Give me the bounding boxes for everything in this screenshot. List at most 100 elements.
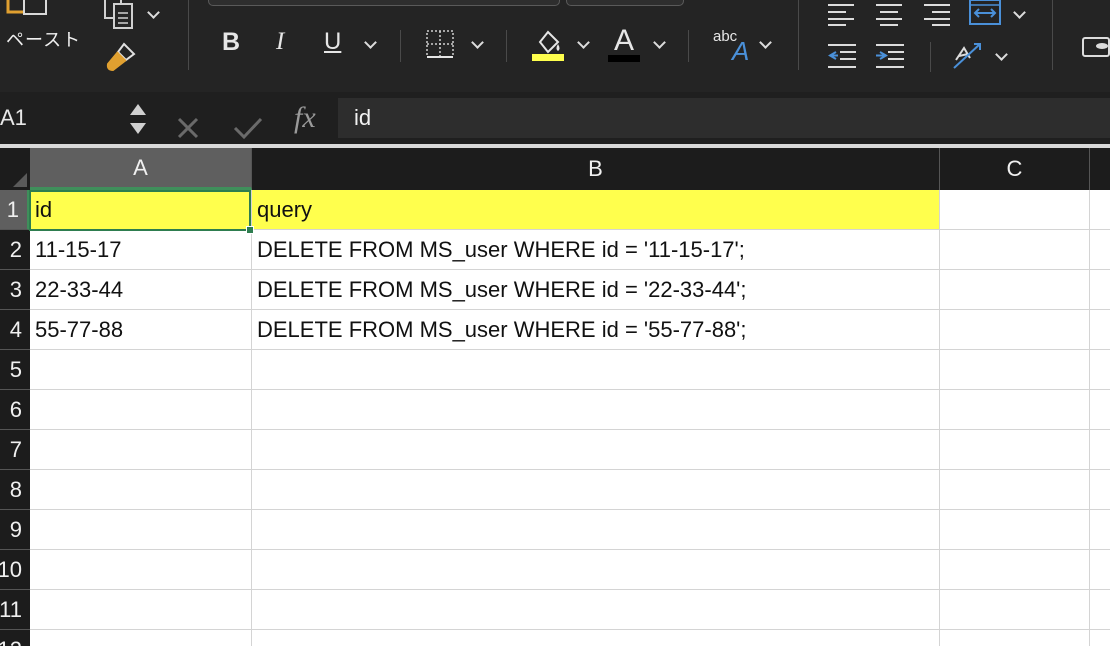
formula-input[interactable]: id xyxy=(338,98,1110,138)
fill-color-dropdown-icon[interactable] xyxy=(577,36,590,49)
cell-c3[interactable] xyxy=(940,270,1090,310)
cell-c4[interactable] xyxy=(940,310,1090,350)
cell-c8[interactable] xyxy=(940,470,1090,510)
merge-center-icon[interactable] xyxy=(968,0,1002,28)
name-box-stepper-icon[interactable] xyxy=(128,100,148,138)
copy-icon[interactable] xyxy=(102,0,136,30)
cell-a7[interactable] xyxy=(30,430,252,470)
cell-a5[interactable] xyxy=(30,350,252,390)
cell-b12[interactable] xyxy=(252,630,940,646)
copy-dropdown-icon[interactable] xyxy=(147,6,160,19)
fill-handle[interactable] xyxy=(246,226,254,234)
cell-d7[interactable] xyxy=(1090,430,1110,470)
format-painter-icon[interactable] xyxy=(104,40,138,74)
conditional-format-icon[interactable] xyxy=(1082,34,1110,60)
cell-d2[interactable] xyxy=(1090,230,1110,270)
align-left-icon[interactable] xyxy=(826,2,856,26)
cell-c1[interactable] xyxy=(940,190,1090,230)
cancel-icon[interactable] xyxy=(176,108,200,148)
cell-d4[interactable] xyxy=(1090,310,1110,350)
cell-c10[interactable] xyxy=(940,550,1090,590)
cell-b7[interactable] xyxy=(252,430,940,470)
underline-dropdown-icon[interactable] xyxy=(364,36,377,49)
cell-d9[interactable] xyxy=(1090,510,1110,550)
cell-a6[interactable] xyxy=(30,390,252,430)
cell-a12[interactable] xyxy=(30,630,252,646)
row-header-10[interactable]: 10 xyxy=(0,550,30,590)
cell-b6[interactable] xyxy=(252,390,940,430)
row-header-8[interactable]: 8 xyxy=(0,470,30,510)
row-header-4[interactable]: 4 xyxy=(0,310,30,350)
merge-dropdown-icon[interactable] xyxy=(1013,6,1026,19)
cell-c5[interactable] xyxy=(940,350,1090,390)
row-header-5[interactable]: 5 xyxy=(0,350,30,390)
cell-d6[interactable] xyxy=(1090,390,1110,430)
row-header-7[interactable]: 7 xyxy=(0,430,30,470)
font-color-dropdown-icon[interactable] xyxy=(653,36,666,49)
row-header-1[interactable]: 1 xyxy=(0,190,30,230)
italic-button[interactable]: I xyxy=(276,28,284,56)
column-header-c[interactable]: C xyxy=(940,148,1090,190)
cell-b10[interactable] xyxy=(252,550,940,590)
cell-a2[interactable]: 11-15-17 xyxy=(30,230,252,270)
cell-d3[interactable] xyxy=(1090,270,1110,310)
orientation-icon[interactable] xyxy=(950,38,986,72)
cell-d10[interactable] xyxy=(1090,550,1110,590)
cell-d1[interactable] xyxy=(1090,190,1110,230)
fill-color-icon[interactable] xyxy=(530,26,566,64)
font-color-button[interactable]: A xyxy=(614,24,634,58)
phonetic-icon[interactable]: A xyxy=(732,36,749,67)
cell-c12[interactable] xyxy=(940,630,1090,646)
cell-c2[interactable] xyxy=(940,230,1090,270)
font-size-box[interactable] xyxy=(566,0,684,6)
cell-a11[interactable] xyxy=(30,590,252,630)
cell-c11[interactable] xyxy=(940,590,1090,630)
select-all-button[interactable] xyxy=(0,148,30,190)
cell-a1[interactable]: id xyxy=(30,190,252,230)
row-header-2[interactable]: 2 xyxy=(0,230,30,270)
increase-indent-icon[interactable] xyxy=(874,42,906,70)
cell-d12[interactable] xyxy=(1090,630,1110,646)
cell-d5[interactable] xyxy=(1090,350,1110,390)
paste-icon[interactable] xyxy=(6,0,68,20)
cell-c7[interactable] xyxy=(940,430,1090,470)
cell-b8[interactable] xyxy=(252,470,940,510)
row-header-11[interactable]: 11 xyxy=(0,590,30,630)
borders-dropdown-icon[interactable] xyxy=(471,36,484,49)
cell-b11[interactable] xyxy=(252,590,940,630)
row-header-3[interactable]: 3 xyxy=(0,270,30,310)
enter-check-icon[interactable] xyxy=(232,108,264,148)
row-header-9[interactable]: 9 xyxy=(0,510,30,550)
font-name-box[interactable] xyxy=(208,0,560,6)
underline-button[interactable]: U xyxy=(324,28,341,56)
cell-b3[interactable]: DELETE FROM MS_user WHERE id = '22-33-44… xyxy=(252,270,940,310)
cell-c9[interactable] xyxy=(940,510,1090,550)
borders-icon[interactable] xyxy=(424,29,458,61)
column-header-a[interactable]: A xyxy=(30,148,252,190)
cell-b1[interactable]: query xyxy=(252,190,940,230)
cell-b5[interactable] xyxy=(252,350,940,390)
cell-a10[interactable] xyxy=(30,550,252,590)
decrease-indent-icon[interactable] xyxy=(826,42,858,70)
column-header-b[interactable]: B xyxy=(252,148,940,190)
cell-a9[interactable] xyxy=(30,510,252,550)
orientation-dropdown-icon[interactable] xyxy=(995,48,1008,61)
row-header-6[interactable]: 6 xyxy=(0,390,30,430)
cell-a4[interactable]: 55-77-88 xyxy=(30,310,252,350)
cell-d8[interactable] xyxy=(1090,470,1110,510)
phonetic-dropdown-icon[interactable] xyxy=(759,36,772,49)
cell-d11[interactable] xyxy=(1090,590,1110,630)
cell-b2[interactable]: DELETE FROM MS_user WHERE id = '11-15-17… xyxy=(252,230,940,270)
paste-label[interactable]: ペースト xyxy=(6,26,81,52)
insert-function-button[interactable]: fx xyxy=(294,98,316,138)
cell-a8[interactable] xyxy=(30,470,252,510)
align-right-icon[interactable] xyxy=(922,2,952,26)
align-center-icon[interactable] xyxy=(874,2,904,26)
cell-b9[interactable] xyxy=(252,510,940,550)
cell-a3[interactable]: 22-33-44 xyxy=(30,270,252,310)
bold-button[interactable]: B xyxy=(222,28,240,57)
cell-b4[interactable]: DELETE FROM MS_user WHERE id = '55-77-88… xyxy=(252,310,940,350)
column-header-d[interactable] xyxy=(1090,148,1110,190)
cell-c6[interactable] xyxy=(940,390,1090,430)
row-header-12[interactable]: 12 xyxy=(0,630,30,646)
